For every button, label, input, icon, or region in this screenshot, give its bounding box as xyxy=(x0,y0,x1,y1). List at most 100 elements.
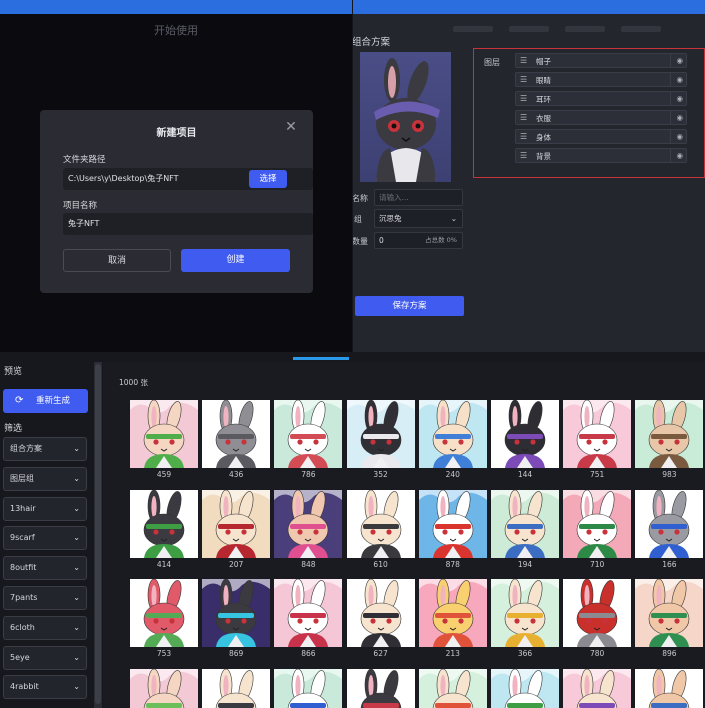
filter-select[interactable]: 组合方案 ⌄ xyxy=(3,437,87,461)
result-tile[interactable] xyxy=(635,489,704,558)
drag-handle-icon[interactable]: ☰ xyxy=(520,94,527,103)
filter-select-label: 4rabbit xyxy=(10,682,39,692)
save-scheme-button[interactable]: 保存方案 xyxy=(355,296,464,316)
project-name-input[interactable]: 兔子NFT xyxy=(63,213,313,235)
result-tile[interactable] xyxy=(346,579,415,647)
eye-icon[interactable]: ◉ xyxy=(676,94,683,103)
result-tile[interactable] xyxy=(274,400,343,468)
chevron-down-icon: ⌄ xyxy=(73,444,80,453)
result-tile[interactable] xyxy=(635,668,704,708)
result-tile[interactable] xyxy=(202,489,271,558)
title-bar xyxy=(0,0,352,14)
filter-label: 筛选 xyxy=(4,424,23,434)
result-tile[interactable] xyxy=(130,668,198,708)
result-tile[interactable] xyxy=(202,400,271,468)
result-tile[interactable] xyxy=(346,400,415,468)
result-tile[interactable] xyxy=(130,489,198,558)
filter-select[interactable]: 9scarf ⌄ xyxy=(3,526,87,551)
filter-select[interactable]: 6cloth ⌄ xyxy=(3,615,87,640)
count-input[interactable]: 0 占总数 0% xyxy=(374,232,463,249)
result-tile[interactable] xyxy=(635,400,704,468)
result-id: 166 xyxy=(662,559,677,569)
filter-select[interactable]: 4rabbit ⌄ xyxy=(3,675,87,700)
drag-handle-icon[interactable]: ☰ xyxy=(520,75,527,84)
create-button[interactable]: 创建 xyxy=(181,249,290,272)
layer-item[interactable]: ☰ 衣服 ◉ xyxy=(515,110,687,125)
rabbit-image xyxy=(491,579,559,647)
result-tile[interactable] xyxy=(130,400,198,468)
sidebar-scroll-thumb[interactable] xyxy=(95,364,101,704)
layer-item[interactable]: ☰ 帽子 ◉ xyxy=(515,53,687,68)
result-tile[interactable] xyxy=(418,668,487,708)
chevron-down-icon: ⌄ xyxy=(450,214,457,223)
refresh-icon: ⟳ xyxy=(15,395,24,406)
layer-item[interactable]: ☰ 身体 ◉ xyxy=(515,129,687,144)
project-name-label: 项目名称 xyxy=(63,201,98,211)
result-tile[interactable] xyxy=(635,579,704,647)
result-id: 366 xyxy=(517,649,533,658)
result-tile[interactable] xyxy=(491,400,559,468)
rabbit-image xyxy=(563,579,632,647)
result-tile[interactable] xyxy=(202,579,271,647)
eye-icon[interactable]: ◉ xyxy=(676,132,683,141)
result-tile[interactable] xyxy=(274,579,343,647)
filter-select[interactable]: 5eye ⌄ xyxy=(3,645,87,670)
regenerate-button[interactable]: ⟳ 重新生成 xyxy=(3,389,88,413)
filter-select[interactable]: 7pants ⌄ xyxy=(3,586,87,610)
choose-folder-button[interactable]: 选择 xyxy=(249,170,287,188)
rabbit-image xyxy=(346,400,415,468)
result-id: 436 xyxy=(229,470,244,479)
rabbit-image xyxy=(635,489,704,558)
result-tile[interactable] xyxy=(418,579,487,647)
rabbit-image xyxy=(202,400,271,468)
eye-icon[interactable]: ◉ xyxy=(676,151,683,160)
result-tile[interactable] xyxy=(563,400,632,468)
drag-handle-icon[interactable]: ☰ xyxy=(520,56,527,65)
filter-select[interactable]: 13hair ⌄ xyxy=(3,496,87,521)
eye-icon[interactable]: ◉ xyxy=(676,56,683,65)
sidebar: 预览 ⟳ 重新生成 筛选 组合方案 ⌄ 图层组 ⌄ 13hair ⌄ 9scarf ⌄ 8out… xyxy=(0,362,93,708)
result-id: 610 xyxy=(373,559,388,569)
scheme-name-input[interactable]: 请输入... xyxy=(374,189,463,206)
result-id: 144 xyxy=(517,470,533,479)
layer-name: 耳环 xyxy=(536,95,551,104)
result-tile[interactable] xyxy=(346,489,415,558)
eye-icon[interactable]: ◉ xyxy=(676,113,683,122)
layers-label: 图层 xyxy=(484,58,500,67)
drag-handle-icon[interactable]: ☰ xyxy=(520,151,527,160)
result-id: 878 xyxy=(445,559,460,569)
result-tile[interactable] xyxy=(491,579,559,647)
filter-select[interactable]: 图层组 ⌄ xyxy=(3,466,87,491)
result-tile[interactable] xyxy=(563,668,632,708)
result-id: 459 xyxy=(156,470,172,479)
filter-select[interactable]: 8outfit ⌄ xyxy=(3,556,87,581)
result-tile[interactable] xyxy=(346,668,415,708)
drag-handle-icon[interactable]: ☰ xyxy=(520,113,527,122)
chevron-down-icon: ⌄ xyxy=(73,533,80,543)
cancel-button[interactable]: 取消 xyxy=(63,249,171,272)
result-tile[interactable] xyxy=(202,668,271,708)
close-icon[interactable]: ✕ xyxy=(284,120,298,134)
result-tile[interactable] xyxy=(563,579,632,647)
result-tile[interactable] xyxy=(563,489,632,558)
rabbit-image xyxy=(130,489,198,558)
result-tile[interactable] xyxy=(418,489,487,558)
layer-item[interactable]: ☰ 耳环 ◉ xyxy=(515,91,687,106)
layer-item[interactable]: ☰ 眼睛 ◉ xyxy=(515,72,687,87)
rabbit-image xyxy=(491,400,559,468)
result-tile[interactable] xyxy=(130,579,198,647)
result-tile[interactable] xyxy=(418,400,487,468)
group-select[interactable]: 沉思兔 ⌄ xyxy=(374,209,463,228)
chevron-down-icon: ⌄ xyxy=(73,473,80,483)
result-count: 1000 张 xyxy=(119,378,148,387)
result-tile[interactable] xyxy=(491,668,559,708)
count-value: 0 xyxy=(379,236,384,245)
eye-icon[interactable]: ◉ xyxy=(676,75,683,84)
layer-item[interactable]: ☰ 背景 ◉ xyxy=(515,148,687,163)
drag-handle-icon[interactable]: ☰ xyxy=(520,132,527,141)
result-tile[interactable] xyxy=(491,489,559,558)
rabbit-image xyxy=(274,489,343,558)
rabbit-image xyxy=(418,668,487,708)
result-tile[interactable] xyxy=(274,668,343,708)
result-tile[interactable] xyxy=(274,489,343,558)
